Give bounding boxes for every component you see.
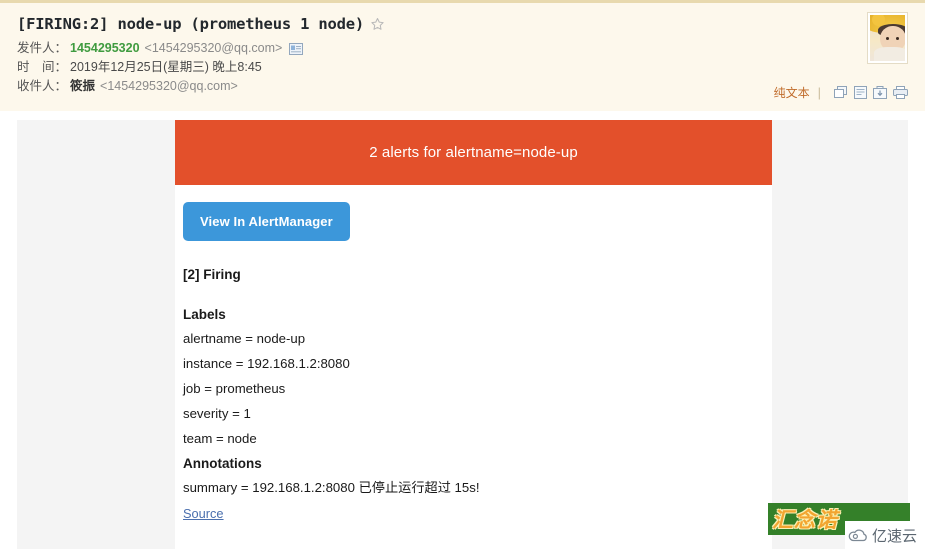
subject-row: [FIRING:2] node-up (prometheus 1 node) <box>17 12 925 36</box>
plain-text-button[interactable]: 纯文本 <box>774 84 810 101</box>
annotation-row: summary = 192.168.1.2:8080 已停止运行超过 15s! <box>183 480 480 495</box>
print-icon[interactable] <box>893 85 908 99</box>
email-header: [FIRING:2] node-up (prometheus 1 node) 发… <box>0 0 925 111</box>
recipient-name[interactable]: 筱振 <box>70 77 95 96</box>
sender-name[interactable]: 1454295320 <box>70 39 140 58</box>
avatar-eye-left <box>886 37 889 40</box>
label-row: team = node <box>183 431 257 446</box>
avatar <box>867 12 908 64</box>
site-watermark-cloud-text: 亿速云 <box>872 526 918 545</box>
label-row: alertname = node-up <box>183 331 306 346</box>
sender-label: 发件人： <box>17 41 68 55</box>
header-toolbar: 纯文本 | <box>774 83 908 101</box>
avatar-body <box>874 47 905 61</box>
date-value: 2019年12月25日(星期三) 晚上8:45 <box>70 60 262 74</box>
star-outline-icon[interactable] <box>370 17 385 32</box>
sender-line: 发件人： 1454295320 <1454295320@qq.com> <box>17 39 925 58</box>
site-watermark-green-text: 汇念诺 <box>772 508 838 532</box>
email-content-backdrop: 2 alerts for alertname=node-up View In A… <box>17 120 908 549</box>
site-watermark-cloud: 亿速云 <box>845 521 925 549</box>
contact-card-icon[interactable] <box>289 42 304 55</box>
sender-address: <1454295320@qq.com> <box>144 41 283 55</box>
labels-heading: Labels <box>183 307 226 322</box>
note-icon[interactable] <box>854 85 867 99</box>
label-row: instance = 192.168.1.2:8080 <box>183 356 350 371</box>
annotations-heading: Annotations <box>183 456 262 471</box>
label-row: job = prometheus <box>183 381 286 396</box>
toolbar-separator: | <box>817 84 821 100</box>
view-in-alertmanager-button[interactable]: View In AlertManager <box>183 202 350 241</box>
alert-banner-text: 2 alerts for alertname=node-up <box>369 144 578 161</box>
label-row: severity = 1 <box>183 406 251 421</box>
recipient-address: <1454295320@qq.com> <box>100 79 238 93</box>
firing-heading: [2] Firing <box>183 267 241 282</box>
alert-email-card: 2 alerts for alertname=node-up View In A… <box>175 120 772 549</box>
source-link[interactable]: Source <box>183 506 224 521</box>
email-subject: [FIRING:2] node-up (prometheus 1 node) <box>17 15 365 33</box>
cloud-icon <box>848 528 868 542</box>
alert-banner: 2 alerts for alertname=node-up <box>175 120 772 185</box>
save-icon[interactable] <box>873 85 887 99</box>
recipient-label: 收件人： <box>17 79 68 93</box>
alert-card-content: View In AlertManager [2] Firing Labels a… <box>175 185 772 523</box>
avatar-image <box>870 15 905 61</box>
email-body: 2 alerts for alertname=node-up View In A… <box>0 111 925 549</box>
date-line: 时 间： 2019年12月25日(星期三) 晚上8:45 <box>17 58 925 77</box>
avatar-eye-right <box>896 37 899 40</box>
forward-icon[interactable] <box>834 85 848 99</box>
email-viewer-window: [FIRING:2] node-up (prometheus 1 node) 发… <box>0 0 925 549</box>
date-label: 时 间： <box>17 60 68 74</box>
